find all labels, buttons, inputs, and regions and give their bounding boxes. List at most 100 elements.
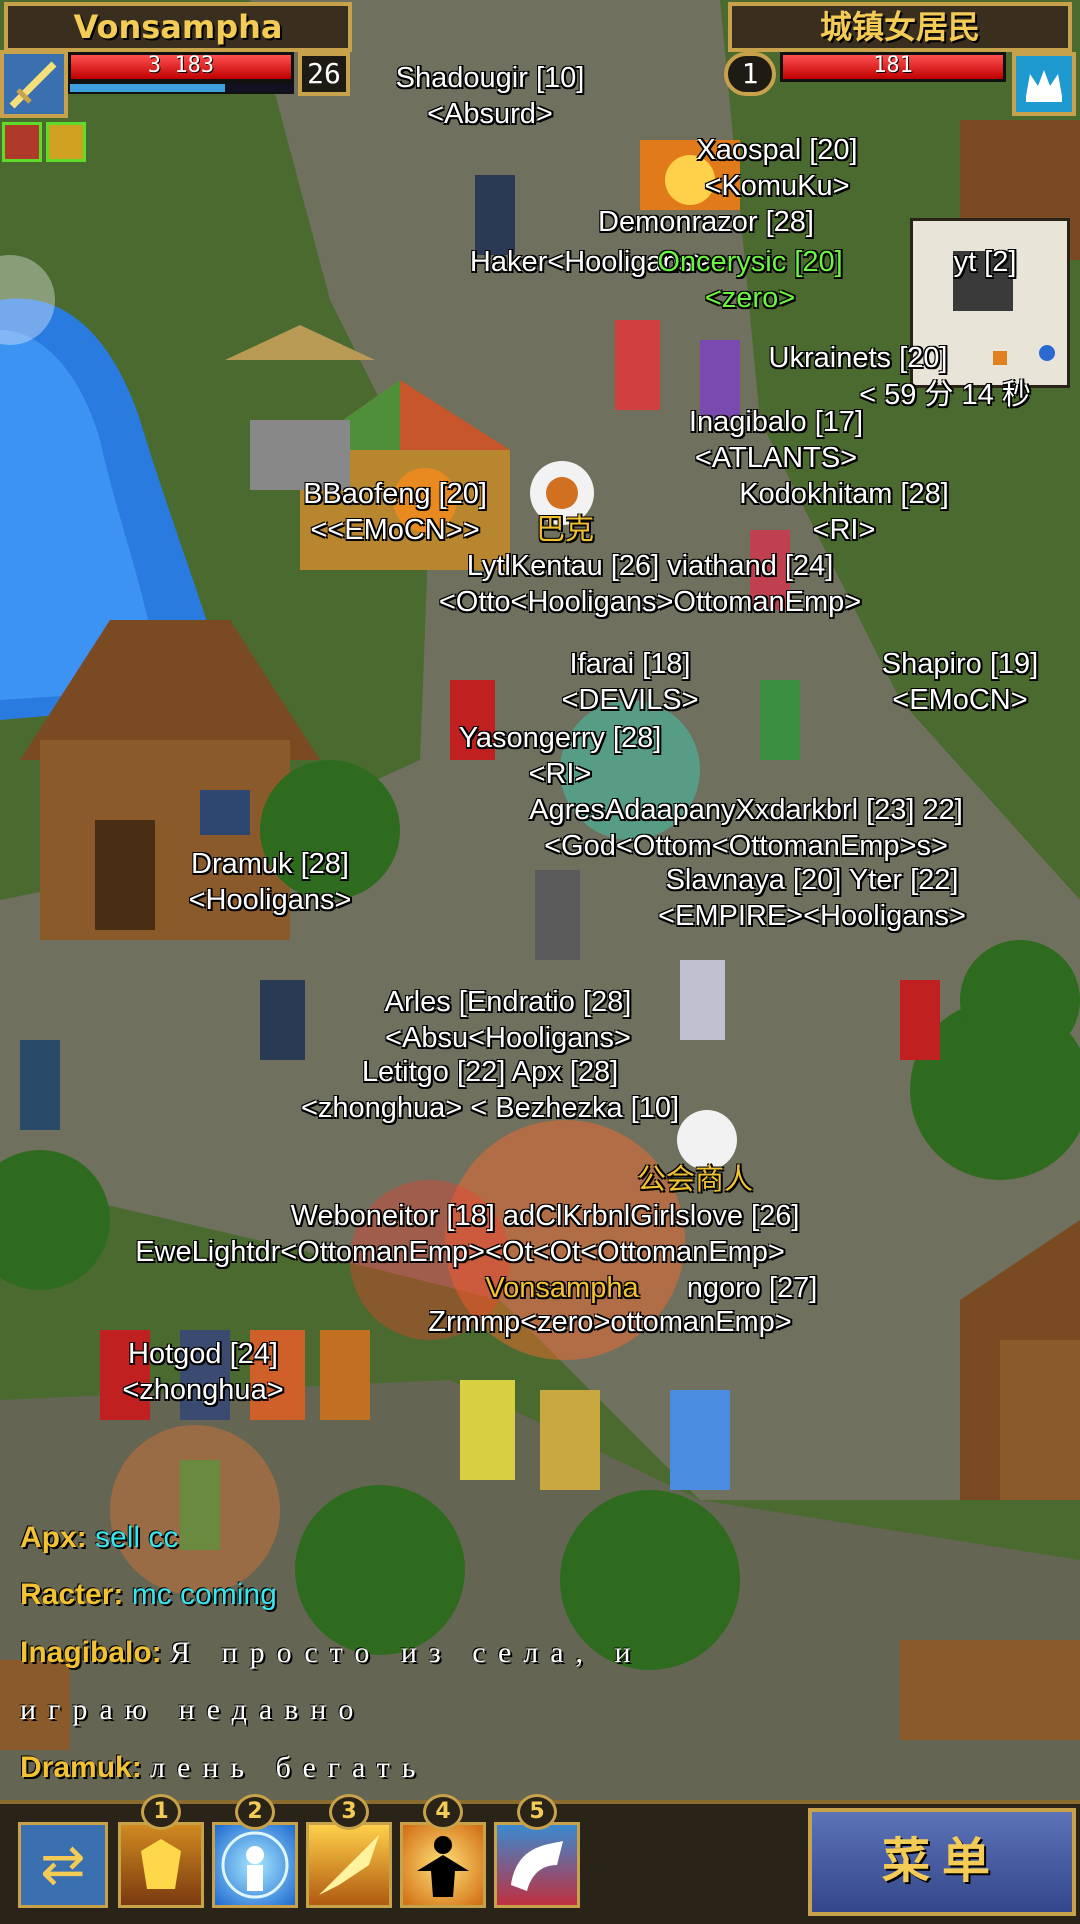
player-hp-text: 3 183 bbox=[147, 53, 215, 78]
player-name-label[interactable]: Dramuk [28] <Hooligans> bbox=[189, 846, 352, 918]
label-name: LytlKentau [26] viathand [24] bbox=[466, 550, 834, 582]
label-guild: <Absu<Hooligans> bbox=[385, 1022, 631, 1054]
player-name-label[interactable]: 巴克 bbox=[536, 512, 594, 548]
label-name: Shadougir [10] bbox=[395, 62, 585, 94]
player-name-label[interactable]: LytlKentau [26] viathand [24] <Otto<Hooli… bbox=[439, 548, 861, 620]
player-name-label[interactable]: Xaospal [20] <KomuKu> bbox=[696, 132, 857, 204]
skill-slot-2[interactable] bbox=[212, 1822, 298, 1908]
skill-slot-3[interactable] bbox=[306, 1822, 392, 1908]
target-hp-text: 181 bbox=[873, 53, 913, 78]
label-name: AgresAdaapanyXxdarkbrl [23] 22] bbox=[529, 794, 963, 826]
menu-button[interactable]: 菜单 bbox=[808, 1808, 1076, 1916]
chat-sender: Apx: bbox=[20, 1521, 87, 1554]
label-name: Zrmmp<zero>ottomanEmp> bbox=[428, 1306, 792, 1338]
chat-message: Я просто из села, и bbox=[170, 1636, 643, 1669]
chat-line-4: играю недавно bbox=[20, 1692, 365, 1728]
label-name: Letitgo [22] Apx [28] bbox=[361, 1056, 619, 1088]
label-name: Hotgod [24] bbox=[128, 1338, 278, 1370]
player-mp-bar bbox=[68, 82, 294, 94]
armor-skill-icon bbox=[141, 1839, 181, 1889]
label-name: Kodokhitam [28] bbox=[739, 478, 949, 510]
buff-icon-2[interactable] bbox=[46, 122, 86, 162]
player-name-label[interactable]: Letitgo [22] Apx [28] <zhonghua> < Bezhez… bbox=[301, 1054, 679, 1126]
player-name-label[interactable]: Shapiro [19] <EMoCN> bbox=[882, 646, 1038, 718]
chat-message: sell cc bbox=[95, 1521, 179, 1554]
label-name: ngoro [27] bbox=[686, 1272, 818, 1304]
skill-slot-4[interactable] bbox=[400, 1822, 486, 1908]
player-name-label[interactable]: Vonsampha bbox=[485, 1270, 638, 1306]
skill-number-2: 2 bbox=[235, 1794, 275, 1830]
player-name-label[interactable]: Slavnaya [20] Yter [22] <EMPIRE><Hooligan… bbox=[658, 862, 966, 934]
label-guild: <RI> bbox=[528, 758, 592, 790]
silhouette-skill-icon bbox=[417, 1836, 469, 1897]
label-guild: <Absurd> bbox=[427, 98, 553, 130]
label-name: 公会商人 bbox=[636, 1164, 754, 1196]
label-name: 巴克 bbox=[535, 514, 595, 546]
player-name-label[interactable]: Arles [Endratio [28] <Absu<Hooligans> bbox=[385, 984, 632, 1056]
player-name-label[interactable]: Zrmmp<zero>ottomanEmp> bbox=[428, 1304, 791, 1340]
label-name: Shapiro [19] bbox=[881, 648, 1039, 680]
player-name-label[interactable]: ngoro [27] bbox=[687, 1270, 818, 1306]
label-guild: <DEVILS> bbox=[561, 684, 699, 716]
player-name: Vonsampha bbox=[4, 2, 352, 52]
swap-icon: ⇄ bbox=[40, 1833, 86, 1896]
skill-slot-1[interactable] bbox=[118, 1822, 204, 1908]
skill-slot-5[interactable] bbox=[494, 1822, 580, 1908]
chat-line-3: Inagibalo: Я просто из села, и bbox=[20, 1635, 643, 1671]
label-name: BBaofeng [20] bbox=[303, 478, 487, 510]
chat-sender: Racter: bbox=[20, 1578, 124, 1611]
chat-line-5: Dramuk: лень бегать bbox=[20, 1750, 427, 1786]
label-guild: <ATLANTS> bbox=[694, 442, 858, 474]
skill-number-1: 1 bbox=[141, 1794, 181, 1830]
merchant-bubble[interactable] bbox=[677, 1110, 737, 1170]
label-name: EweLightdr<OttomanEmp><Ot<Ot<OttomanEmp> bbox=[135, 1236, 785, 1268]
player-name-label[interactable]: Hotgod [24] <zhonghua> bbox=[122, 1336, 283, 1408]
label-guild: <<EMoCN>> bbox=[310, 514, 480, 546]
aura-skill-icon bbox=[221, 1831, 289, 1899]
label-guild: <RI> bbox=[812, 514, 876, 546]
label-guild: <EMoCN> bbox=[892, 684, 1028, 716]
skill-number-5: 5 bbox=[517, 1794, 557, 1830]
label-name: Vonsampha bbox=[485, 1272, 639, 1304]
player-name-label[interactable]: Inagibalo [17] <ATLANTS> bbox=[689, 404, 863, 476]
label-name: Weboneitor [18] adClKrbnlGirlslove [26] bbox=[290, 1200, 800, 1232]
label-guild: <Otto<Hooligans>OttomanEmp> bbox=[438, 586, 862, 618]
label-name: Ifarai [18] bbox=[569, 648, 691, 680]
label-name: Ukrainets [20] bbox=[768, 342, 948, 374]
label-name: Arles [Endratio [28] bbox=[384, 986, 632, 1018]
sword-icon bbox=[9, 61, 57, 109]
player-name-label[interactable]: Ifarai [18] <DEVILS> bbox=[561, 646, 698, 718]
target-portrait[interactable] bbox=[1012, 52, 1076, 116]
player-name-label[interactable]: Oncerysic [20] <zero> bbox=[657, 244, 842, 316]
chat-line-2: Racter: mc coming bbox=[20, 1577, 277, 1613]
player-name-label[interactable]: AgresAdaapanyXxdarkbrl [23] 22] <God<Otto… bbox=[529, 792, 963, 864]
label-guild: <zero> bbox=[704, 282, 796, 314]
player-name-label[interactable]: yt [2] bbox=[954, 244, 1017, 280]
player-name-label[interactable]: Weboneitor [18] adClKrbnlGirlslove [26] bbox=[291, 1198, 800, 1234]
label-name: Slavnaya [20] Yter [22] bbox=[665, 864, 959, 896]
player-name-label[interactable]: Shadougir [10] <Absurd> bbox=[396, 60, 585, 132]
label-name: Dramuk [28] bbox=[191, 848, 349, 880]
player-name-label[interactable]: EweLightdr<OttomanEmp><Ot<Ot<OttomanEmp> bbox=[135, 1234, 785, 1270]
label-guild: <God<Ottom<OttomanEmp>s> bbox=[544, 830, 948, 862]
player-name-label[interactable]: Ukrainets [20] bbox=[769, 340, 948, 376]
buff-icon-1[interactable] bbox=[2, 122, 42, 162]
label-guild: <zhonghua> bbox=[122, 1374, 284, 1406]
label-guild: <KomuKu> bbox=[704, 170, 850, 202]
player-name-label[interactable]: 公会商人 bbox=[637, 1162, 753, 1198]
minimap-marker bbox=[993, 351, 1007, 365]
swap-skills-button[interactable]: ⇄ bbox=[18, 1822, 108, 1908]
label-name: Xaospal [20] bbox=[696, 134, 858, 166]
label-name: yt [2] bbox=[953, 246, 1017, 278]
strike-skill-icon bbox=[319, 1835, 379, 1895]
player-portrait[interactable] bbox=[0, 50, 68, 118]
label-name: Oncerysic [20] bbox=[657, 246, 843, 278]
chat-message: играю недавно bbox=[20, 1693, 366, 1726]
player-name-label[interactable]: Demonrazor [28] bbox=[598, 204, 814, 240]
horn-skill-icon bbox=[511, 1841, 563, 1891]
player-name-label[interactable]: < 59 分 14 秒 bbox=[859, 377, 1031, 413]
label-guild: <zhonghua> < Bezhezka [10] bbox=[300, 1092, 680, 1124]
player-name-label[interactable]: Yasongerry [28] <RI> bbox=[459, 720, 662, 792]
player-name-label[interactable]: BBaofeng [20] <<EMoCN>> bbox=[303, 476, 487, 548]
player-name-label[interactable]: Kodokhitam [28] <RI> bbox=[739, 476, 949, 548]
